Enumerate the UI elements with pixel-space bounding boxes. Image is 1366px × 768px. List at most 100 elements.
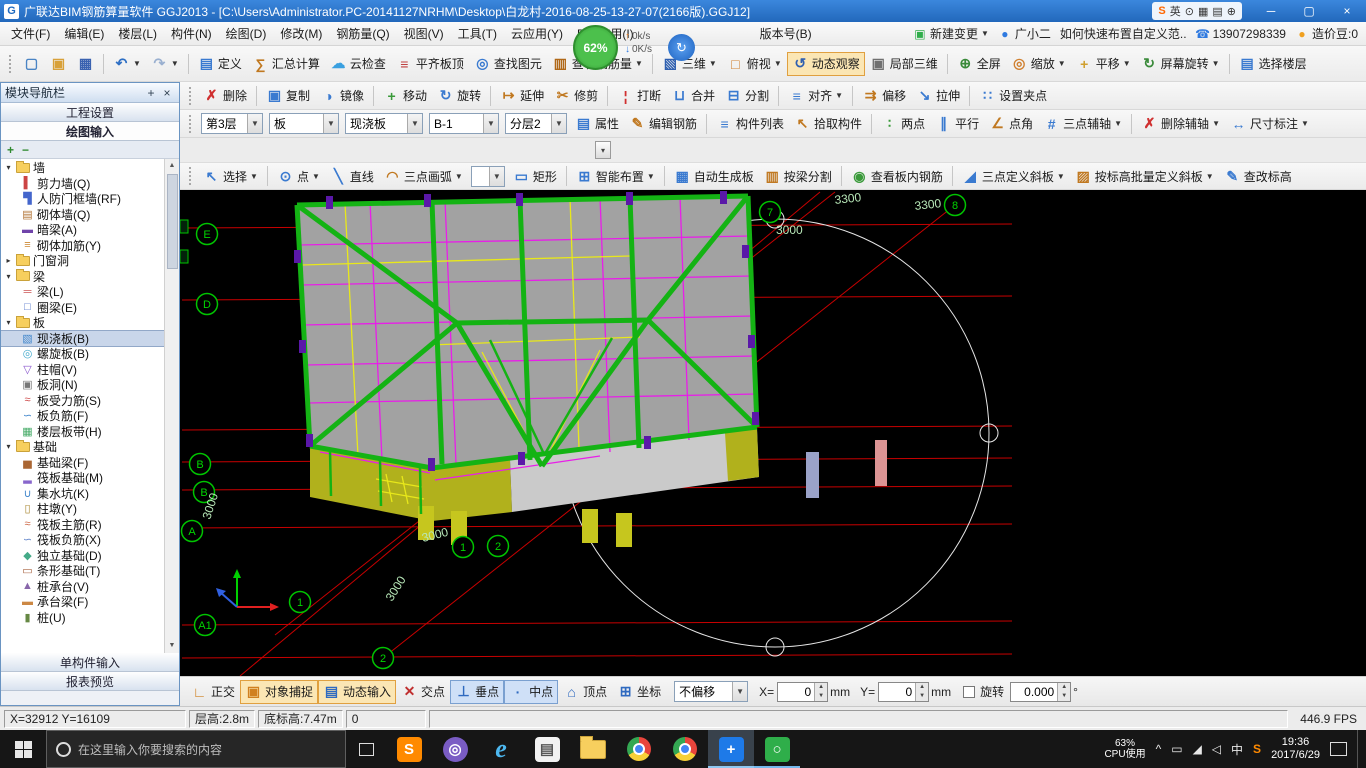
scroll-thumb[interactable] (167, 174, 178, 269)
display-icon[interactable]: ▭ (1171, 742, 1182, 756)
redo-button[interactable]: ↷▼ (146, 52, 184, 76)
close-button[interactable]: × (1328, 0, 1366, 22)
rotate-checkbox[interactable] (963, 686, 975, 698)
tree-group-slab[interactable]: ▾板 (1, 315, 164, 331)
taskbar-app-edge[interactable]: e (478, 730, 524, 768)
two-point-axis-button[interactable]: ∶两点 (876, 112, 930, 136)
tree-item-shear-wall[interactable]: ▌剪力墙(Q) (1, 176, 164, 192)
dynamic-observe-button[interactable]: ↺动态观察 (787, 52, 865, 76)
show-desktop-button[interactable] (1357, 730, 1362, 768)
toolbar-grip[interactable] (189, 115, 193, 133)
undo-button[interactable]: ↶▼ (108, 52, 146, 76)
task-view-button[interactable] (346, 730, 386, 768)
volume-icon[interactable]: ◁ (1212, 742, 1221, 756)
category-combo[interactable]: 板▼ (269, 113, 339, 134)
toolbar-grip[interactable] (189, 87, 193, 105)
ime-lang-icon[interactable]: 中 (1231, 741, 1243, 758)
cloud-check-button[interactable]: ☁云检查 (325, 52, 391, 76)
menu-item[interactable]: 工具(T) (451, 24, 504, 44)
align-slab-top-button[interactable]: ≡平齐板顶 (391, 52, 469, 76)
sogou-icon[interactable]: S (1158, 5, 1165, 17)
save-project-button[interactable]: ▦ (72, 52, 99, 76)
object-snap-button[interactable]: ▣对象捕捉 (240, 680, 318, 704)
menu-item[interactable]: 视图(V) (397, 24, 451, 44)
three-point-aux-axis-button[interactable]: #三点辅轴▼ (1038, 112, 1127, 136)
hidden-icons-expand-icon[interactable]: ^ (1156, 742, 1162, 756)
maximize-button[interactable]: ▢ (1290, 0, 1328, 22)
tree-item-sump-pit[interactable]: ∪集水坑(K) (1, 486, 164, 502)
tree-item-masonry-reinforcement[interactable]: ≡砌体加筋(Y) (1, 238, 164, 254)
edit-elevation-button[interactable]: ✎查改标高 (1219, 164, 1297, 188)
element-list-button[interactable]: ≡构件列表 (711, 112, 789, 136)
tree-item-civil-defense-door-frame-wall[interactable]: ▜人防门框墙(RF) (1, 191, 164, 207)
parallel-axis-button[interactable]: ∥平行 (930, 112, 984, 136)
menu-item[interactable]: 编辑(E) (57, 24, 111, 44)
menu-item-version[interactable]: 版本号(B) (753, 24, 819, 44)
move-button[interactable]: +移动 (378, 84, 432, 108)
tree-item-raft-foundation[interactable]: ▂筏板基础(M) (1, 470, 164, 486)
tree-item-slab-negative-rebar[interactable]: ∽板负筋(F) (1, 408, 164, 424)
midpoint-snap-button[interactable]: ∙中点 (504, 680, 558, 704)
layer-combo[interactable]: 分层2▼ (505, 113, 567, 134)
guangxiaoer-button[interactable]: ●广小二 (998, 25, 1051, 42)
delete-aux-axis-button[interactable]: ✗删除辅轴▼ (1136, 112, 1225, 136)
select-floor-button[interactable]: ▤选择楼层 (1234, 52, 1312, 76)
taskbar-app-chrome-2[interactable] (662, 730, 708, 768)
pan-button[interactable]: +平移▼ (1071, 52, 1136, 76)
y-spinner[interactable]: ▲▼ (915, 683, 928, 701)
perpendicular-snap-button[interactable]: ⊥垂点 (450, 680, 504, 704)
tree-group-beam[interactable]: ▾梁 (1, 269, 164, 285)
break-button[interactable]: ¦打断 (612, 84, 666, 108)
tree-item-raft-negative-rebar[interactable]: ∽筏板负筋(X) (1, 532, 164, 548)
rotate-button[interactable]: ↻旋转 (432, 84, 486, 108)
drawing-canvas[interactable]: EDBBAA1121278330033003000300030003000 (180, 190, 1366, 676)
tree-group-wall[interactable]: ▾墙 (1, 160, 164, 176)
tree-item-masonry-wall[interactable]: ▤砌体墙(Q) (1, 207, 164, 223)
collapsed-arrow-icon[interactable]: ▸ (4, 256, 13, 265)
point-tool-button[interactable]: ⊙点▼ (272, 164, 325, 188)
tree-item-pile[interactable]: ▮桩(U) (1, 610, 164, 626)
dimension-button[interactable]: ↔尺寸标注▼ (1225, 112, 1314, 136)
trim-button[interactable]: ✂修剪 (549, 84, 603, 108)
tree-item-independent-foundation[interactable]: ◆独立基础(D) (1, 548, 164, 564)
point-angle-axis-button[interactable]: ∠点角 (984, 112, 1038, 136)
stretch-button[interactable]: ↘拉伸 (911, 84, 965, 108)
join-button[interactable]: ⊔合并 (666, 84, 720, 108)
tree-item-concealed-beam[interactable]: ▬暗梁(A) (1, 222, 164, 238)
tree-item-column-pier[interactable]: ▯柱墩(Y) (1, 501, 164, 517)
sogou-ime-bar[interactable]: S 英 ⊙ ▦ ▤ ⊕ (1152, 2, 1242, 20)
pick-element-button[interactable]: ↖拾取构件 (789, 112, 867, 136)
arc-tool-button[interactable]: ◠三点画弧▼ (379, 164, 468, 188)
tree-item-pile-cap-beam[interactable]: ▬承台梁(F) (1, 594, 164, 610)
toolbar-grip[interactable] (189, 167, 193, 185)
pin-icon[interactable]: + (143, 86, 159, 100)
taskbar-app-glodon-green[interactable]: ○ (754, 730, 800, 768)
open-project-button[interactable]: ▣ (45, 52, 72, 76)
report-preview-button[interactable]: 报表预览 (1, 672, 179, 691)
assistant-float-ball[interactable]: ↻ (668, 34, 695, 61)
taskbar-search-input[interactable]: 在这里输入你要搜索的内容 (46, 730, 346, 768)
view-slab-rebar-button[interactable]: ◉查看板内钢筋 (846, 164, 948, 188)
menu-item[interactable]: 钢筋量(Q) (329, 24, 396, 44)
tree-item-floor-slab-band[interactable]: ▦楼层板带(H) (1, 424, 164, 440)
minimize-button[interactable]: ─ (1252, 0, 1290, 22)
delete-button[interactable]: ✗删除 (198, 84, 252, 108)
vertex-snap-button[interactable]: ⌂顶点 (558, 680, 612, 704)
expanded-arrow-icon[interactable]: ▾ (4, 163, 13, 172)
split-button[interactable]: ⊟分割 (720, 84, 774, 108)
expand-all-icon[interactable]: + (7, 143, 14, 157)
tree-item-column-cap[interactable]: ▽柱帽(V) (1, 362, 164, 378)
cpu-float-ball[interactable]: 62% (573, 25, 618, 70)
angle-input[interactable]: 0.000 ▲▼ (1010, 682, 1071, 702)
y-input[interactable]: 0 ▲▼ (878, 682, 929, 702)
new-change-button[interactable]: ▣新建变更▼ (913, 25, 989, 42)
taskbar-clock[interactable]: 19:36 2017/6/29 (1271, 736, 1320, 762)
intersection-snap-button[interactable]: ✕交点 (396, 680, 450, 704)
expanded-arrow-icon[interactable]: ▾ (4, 442, 13, 451)
menu-item[interactable]: 绘图(D) (219, 24, 274, 44)
properties-button[interactable]: ▤属性 (570, 112, 624, 136)
single-element-input-button[interactable]: 单构件输入 (1, 653, 179, 672)
new-project-button[interactable]: ▢ (18, 52, 45, 76)
ime-lang-toggle[interactable]: 英 (1170, 3, 1181, 19)
drawing-input-button[interactable]: 绘图输入 (1, 122, 179, 141)
